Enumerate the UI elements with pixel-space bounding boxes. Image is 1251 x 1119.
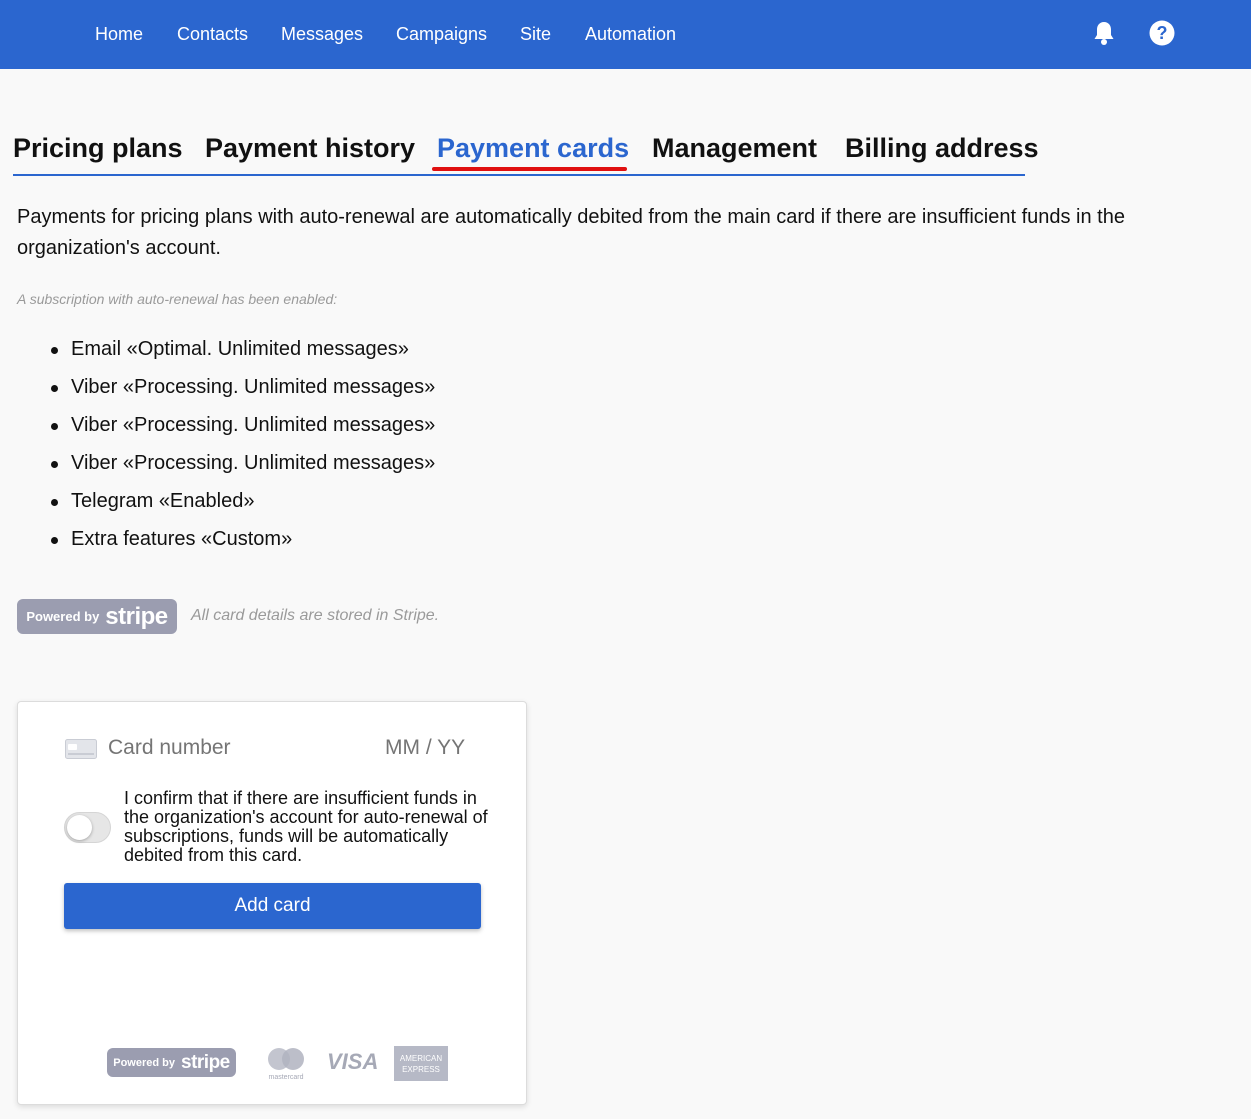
visa-logo-icon: VISA: [327, 1049, 379, 1074]
tab-billing-address[interactable]: Billing address: [845, 132, 1039, 164]
nav-messages-link[interactable]: Messages: [281, 23, 363, 45]
confirm-auto-debit-toggle[interactable]: [64, 812, 111, 843]
mastercard-logo-icon: mastercard: [268, 1048, 304, 1081]
stripe-storage-note: All card details are stored in Stripe.: [191, 607, 440, 624]
subscriptions-caption: A subscription with auto-renewal has bee…: [17, 291, 338, 307]
amex-logo-icon: AMERICAN EXPRESS: [394, 1046, 448, 1081]
nav-site-link[interactable]: Site: [520, 23, 551, 45]
active-tab-indicator: [432, 167, 627, 171]
card-number-input[interactable]: [108, 736, 338, 760]
top-navigation-bar: Home Contacts Messages Campaigns Site Au…: [0, 0, 1251, 69]
svg-text:?: ?: [1157, 23, 1168, 43]
help-icon[interactable]: ?: [1149, 20, 1175, 46]
card-expiry-input[interactable]: [385, 736, 485, 760]
billing-tabs: Pricing plans Payment history Payment ca…: [13, 128, 1039, 176]
nav-automation-link[interactable]: Automation: [585, 23, 676, 45]
tab-payment-history[interactable]: Payment history: [205, 132, 415, 164]
bell-icon[interactable]: [1092, 20, 1116, 46]
stripe-wordmark: stripe: [181, 1051, 230, 1073]
list-item: Viber «Processing. Unlimited messages»: [50, 412, 435, 450]
stripe-wordmark: stripe: [105, 602, 168, 630]
nav-contacts-link[interactable]: Contacts: [177, 23, 248, 45]
tab-payment-cards[interactable]: Payment cards: [437, 132, 629, 164]
list-item: Viber «Processing. Unlimited messages»: [50, 450, 435, 488]
auto-renewal-description: Payments for pricing plans with auto-ren…: [17, 206, 1125, 259]
list-item: Extra features «Custom»: [50, 526, 435, 564]
add-card-button[interactable]: Add card: [64, 883, 481, 929]
nav-home-link[interactable]: Home: [95, 23, 143, 45]
powered-by-stripe-badge-footer[interactable]: Powered by stripe: [107, 1048, 236, 1077]
powered-by-label: Powered by: [113, 1056, 175, 1069]
nav-campaigns-link[interactable]: Campaigns: [396, 23, 487, 45]
list-item: Viber «Processing. Unlimited messages»: [50, 374, 435, 412]
powered-by-label: Powered by: [26, 609, 100, 624]
amex-line-1: AMERICAN: [399, 1053, 443, 1063]
tab-management[interactable]: Management: [652, 132, 817, 164]
list-item: Telegram «Enabled»: [50, 488, 435, 526]
amex-line-2: EXPRESS: [402, 1064, 440, 1074]
add-card-panel: I confirm that if there are insufficient…: [17, 701, 527, 1105]
subscription-list: Email «Optimal. Unlimited messages» Vibe…: [50, 336, 435, 564]
mastercard-wordmark: mastercard: [268, 1074, 303, 1081]
list-item: Email «Optimal. Unlimited messages»: [50, 336, 435, 374]
confirm-auto-debit-label: I confirm that if there are insufficient…: [124, 788, 488, 865]
tab-pricing-plans[interactable]: Pricing plans: [13, 132, 183, 164]
powered-by-stripe-badge[interactable]: Powered by stripe: [17, 599, 177, 634]
credit-card-icon: [65, 739, 97, 759]
toggle-knob: [67, 815, 92, 840]
